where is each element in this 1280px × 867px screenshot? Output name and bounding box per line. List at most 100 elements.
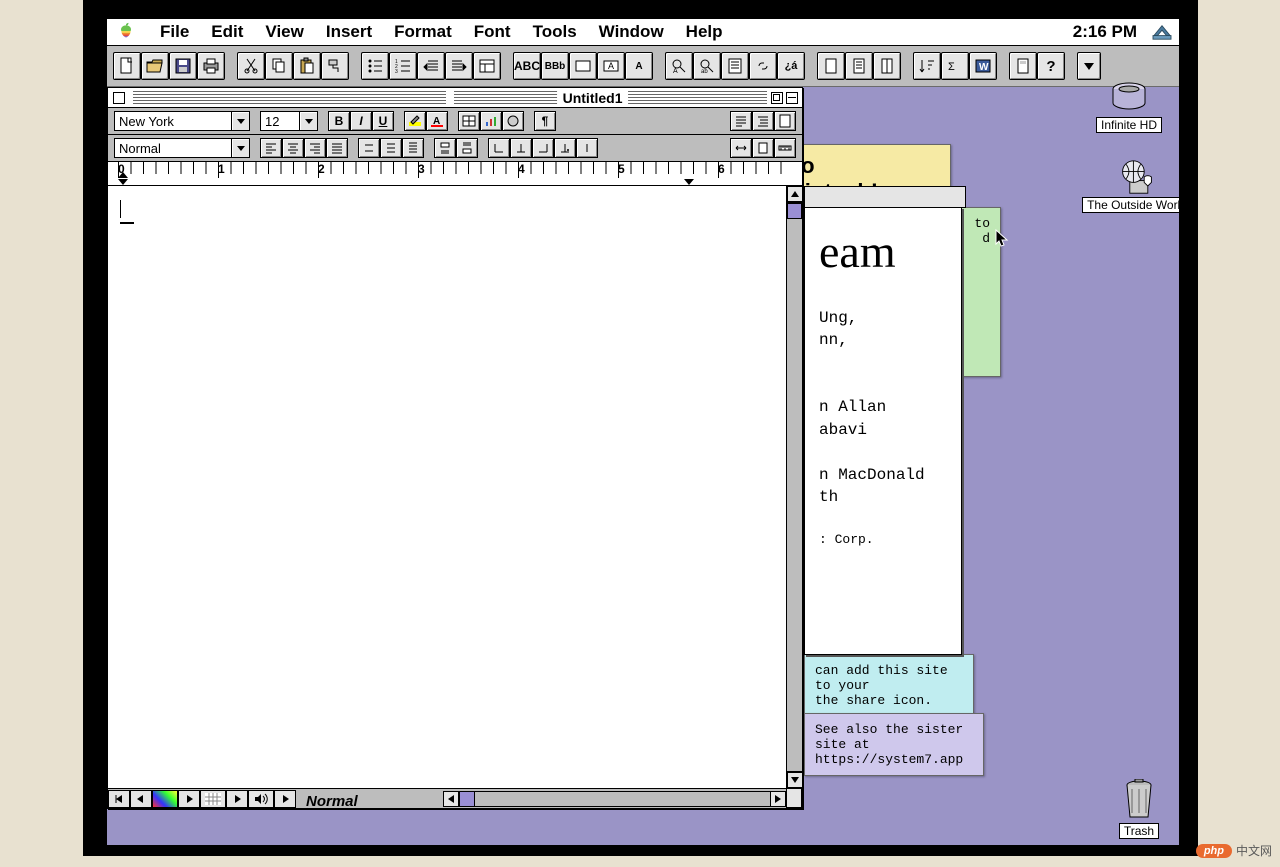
word-logo-button[interactable]: W <box>969 52 997 80</box>
menu-window[interactable]: Window <box>588 22 675 42</box>
fit-width-button[interactable] <box>730 138 752 158</box>
font-size-combo[interactable] <box>260 111 318 131</box>
view-page-button[interactable] <box>774 111 796 131</box>
view-normal-button[interactable] <box>730 111 752 131</box>
menu-clock[interactable]: 2:16 PM <box>1069 22 1141 42</box>
special-chars-button[interactable]: ¿á <box>777 52 805 80</box>
line-spacing-1-button[interactable] <box>358 138 380 158</box>
window-titlebar[interactable]: Untitled1 <box>108 88 802 108</box>
sticky-note-lavender[interactable]: See also the sister site at https://syst… <box>804 713 984 776</box>
horizontal-scroll-thumb[interactable] <box>459 791 475 807</box>
vertical-scroll-thumb[interactable] <box>787 203 802 219</box>
document-page[interactable] <box>108 186 786 788</box>
font-name-dropdown-icon[interactable] <box>232 111 250 131</box>
fit-page-button[interactable] <box>752 138 774 158</box>
tab-left-button[interactable] <box>488 138 510 158</box>
small-caps-button[interactable]: A <box>625 52 653 80</box>
page-nav-prev-button[interactable] <box>130 790 152 808</box>
increase-indent-button[interactable] <box>445 52 473 80</box>
spellcheck-button[interactable]: ABC <box>513 52 541 80</box>
space-before-button[interactable] <box>434 138 456 158</box>
style-dropdown-icon[interactable] <box>232 138 250 158</box>
paragraph-mark-button[interactable]: ¶ <box>534 111 556 131</box>
find-button[interactable]: A <box>665 52 693 80</box>
insert-object-button[interactable] <box>502 111 524 131</box>
menu-tools[interactable]: Tools <box>522 22 588 42</box>
page-view-3-button[interactable] <box>873 52 901 80</box>
copy-button[interactable] <box>265 52 293 80</box>
decrease-indent-button[interactable] <box>417 52 445 80</box>
view-outline-button[interactable] <box>752 111 774 131</box>
sort-button[interactable] <box>913 52 941 80</box>
application-menu-icon[interactable] <box>1151 23 1173 41</box>
vertical-scrollbar[interactable] <box>786 186 802 788</box>
menu-insert[interactable]: Insert <box>315 22 383 42</box>
replace-button[interactable]: ab <box>693 52 721 80</box>
window-resize-grip[interactable] <box>786 788 802 808</box>
open-button[interactable] <box>141 52 169 80</box>
page-setup-button[interactable] <box>1009 52 1037 80</box>
window-zoom-box[interactable] <box>771 92 783 104</box>
align-left-button[interactable] <box>260 138 282 158</box>
style-input[interactable] <box>114 138 232 158</box>
menu-edit[interactable]: Edit <box>200 22 254 42</box>
help-button[interactable]: ? <box>1037 52 1065 80</box>
scroll-left-arrow-icon[interactable] <box>443 791 459 807</box>
bold-button[interactable]: B <box>328 111 350 131</box>
grid-pattern-button[interactable] <box>200 790 226 808</box>
tab-decimal-button[interactable] <box>554 138 576 158</box>
font-size-input[interactable] <box>260 111 300 131</box>
highlight-button[interactable] <box>404 111 426 131</box>
horizontal-scroll-track[interactable] <box>475 791 770 807</box>
right-indent-marker[interactable] <box>684 179 694 185</box>
align-right-button[interactable] <box>304 138 326 158</box>
page-view-1-button[interactable] <box>817 52 845 80</box>
page-lines-button[interactable] <box>721 52 749 80</box>
numbering-button[interactable]: 123 <box>389 52 417 80</box>
format-painter-button[interactable] <box>321 52 349 80</box>
font-name-input[interactable] <box>114 111 232 131</box>
underline-button[interactable]: U <box>372 111 394 131</box>
about-window-titlebar[interactable] <box>804 186 966 208</box>
link-button[interactable] <box>749 52 777 80</box>
tab-center-button[interactable] <box>510 138 532 158</box>
window-close-box[interactable] <box>113 92 125 104</box>
style-combo[interactable] <box>114 138 250 158</box>
new-doc-button[interactable] <box>113 52 141 80</box>
menu-view[interactable]: View <box>254 22 314 42</box>
calc-button[interactable]: Σ <box>941 52 969 80</box>
layout-button[interactable] <box>473 52 501 80</box>
menu-help[interactable]: Help <box>675 22 734 42</box>
color-palette-button[interactable] <box>152 790 178 808</box>
page-view-2-button[interactable] <box>845 52 873 80</box>
menu-file[interactable]: File <box>149 22 200 42</box>
sound-button[interactable] <box>248 790 274 808</box>
scroll-down-arrow-icon[interactable] <box>787 772 803 788</box>
show-ruler-button[interactable] <box>774 138 796 158</box>
space-after-button[interactable] <box>456 138 478 158</box>
desktop-icon-trash[interactable]: Trash <box>1099 779 1179 839</box>
tab-bar-button[interactable] <box>576 138 598 158</box>
desktop-icon-world[interactable]: The Outside World <box>1077 159 1179 213</box>
desktop-icon-hd[interactable]: Infinite HD <box>1069 79 1179 133</box>
nav-next-2-button[interactable] <box>226 790 248 808</box>
cut-button[interactable] <box>237 52 265 80</box>
sticky-note-cyan[interactable]: can add this site to your the share icon… <box>804 654 974 717</box>
text-frame-button[interactable]: A <box>597 52 625 80</box>
toolbar-overflow-button[interactable] <box>1077 52 1101 80</box>
page-nav-first-button[interactable] <box>108 790 130 808</box>
apple-menu-icon[interactable] <box>115 22 137 42</box>
insert-table-button[interactable] <box>458 111 480 131</box>
align-justify-button[interactable] <box>326 138 348 158</box>
scroll-up-arrow-icon[interactable] <box>787 186 803 202</box>
menu-format[interactable]: Format <box>383 22 463 42</box>
font-color-button[interactable]: A <box>426 111 448 131</box>
align-center-button[interactable] <box>282 138 304 158</box>
font-name-combo[interactable] <box>114 111 250 131</box>
text-box-button[interactable] <box>569 52 597 80</box>
save-button[interactable] <box>169 52 197 80</box>
horizontal-scrollbar[interactable] <box>108 788 786 808</box>
change-case-button[interactable]: BBb <box>541 52 569 80</box>
scroll-right-arrow-icon[interactable] <box>770 791 786 807</box>
vertical-scroll-track[interactable] <box>787 202 802 772</box>
